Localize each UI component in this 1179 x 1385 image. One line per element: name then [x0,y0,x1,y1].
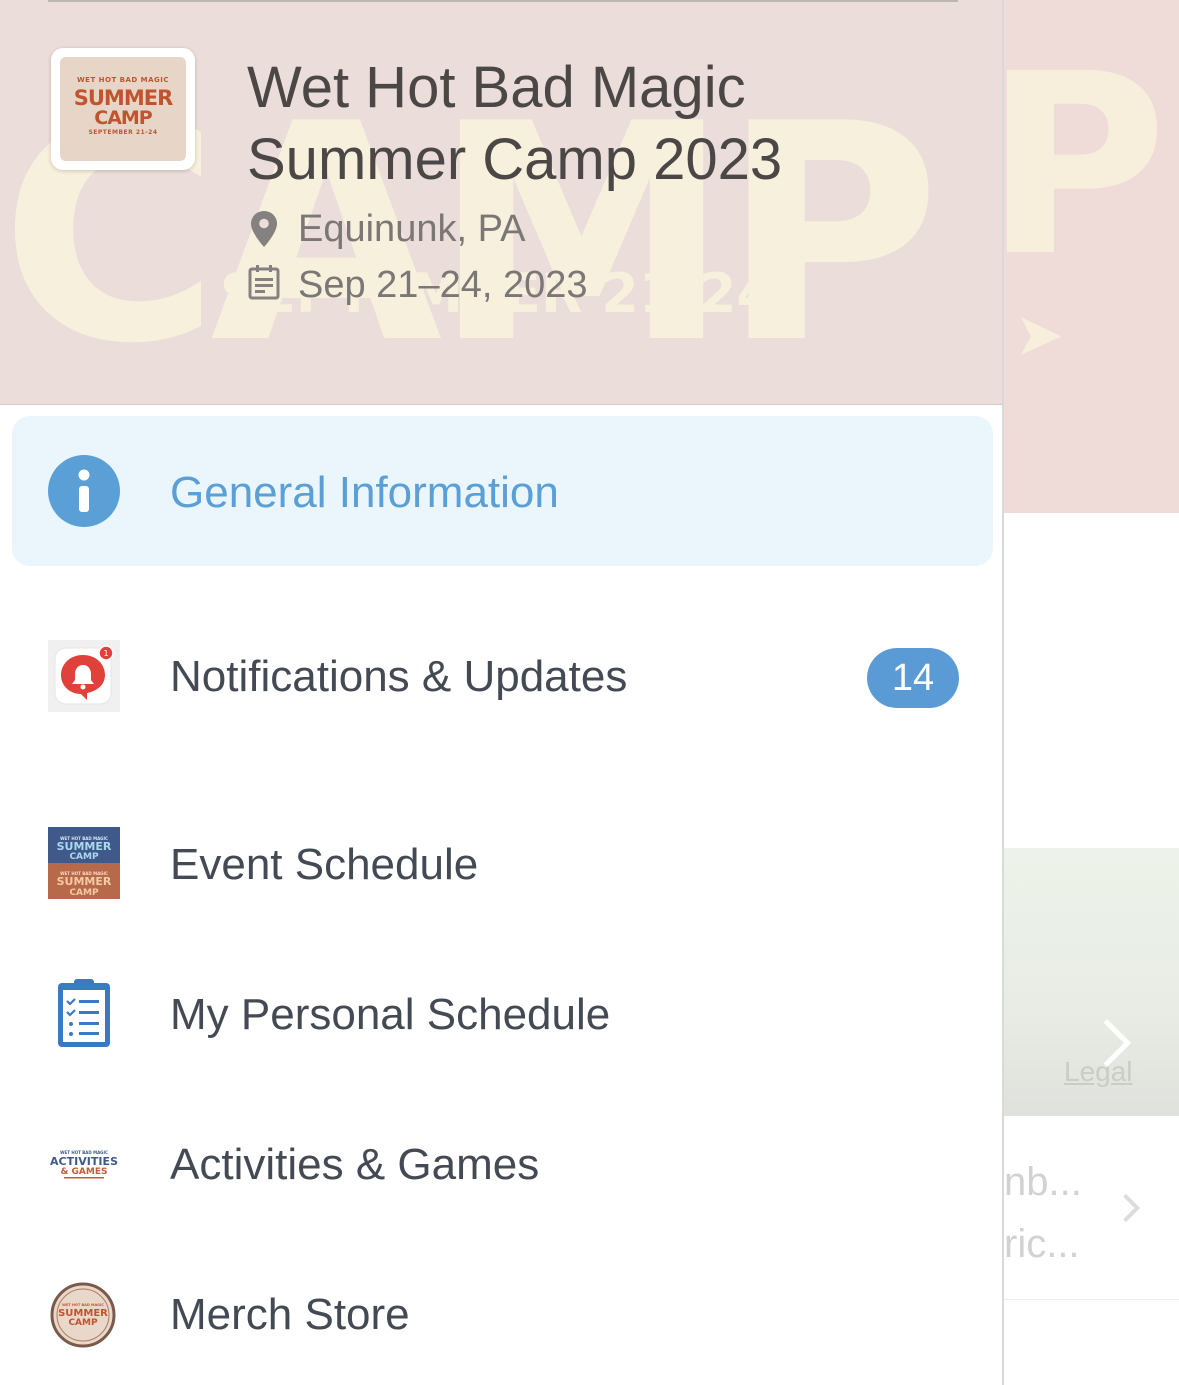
unread-count-badge: 14 [867,648,959,708]
svg-text:& GAMES: & GAMES [61,1167,108,1177]
event-schedule-logo-icon: WET HOT BAD MAGIC SUMMER CAMP WET HOT BA… [48,827,120,899]
menu-item-label: Notifications & Updates [170,652,628,701]
background-card[interactable]: Legal [1004,848,1179,1116]
menu-item-label: Merch Store [170,1290,410,1339]
menu-item-label: My Personal Schedule [170,990,611,1039]
bell-icon: 1 [48,640,120,712]
divider [48,0,958,2]
event-header: CAMP SEPTEMBER 21-24 WET HOT BAD MAGIC S… [0,0,1002,405]
menu-item-merch-store[interactable]: WET HOT BAD MAGIC SUMMER CAMP Merch Stor… [0,1240,1002,1385]
menu-item-personal-schedule[interactable]: My Personal Schedule [0,940,1002,1090]
svg-text:WET HOT BAD MAGIC: WET HOT BAD MAGIC [62,1303,104,1307]
event-logo: WET HOT BAD MAGIC SUMMER CAMP SEPTEMBER … [51,48,195,170]
info-icon [48,455,120,527]
calendar-icon [248,265,280,300]
background-row-text: nb... [1004,1160,1082,1204]
svg-text:CAMP: CAMP [69,888,99,898]
menu-item-label: Event Schedule [170,840,479,889]
background-row-text: ric... [1004,1222,1080,1266]
menu-item-label: General Information [170,468,559,517]
background-app: P ➤ Legal nb... ric... [1004,0,1179,1385]
svg-text:1: 1 [103,649,108,658]
svg-text:CAMP: CAMP [69,852,99,862]
menu-item-general-information[interactable]: General Information [0,416,1002,566]
background-banner: P ➤ [1004,0,1179,513]
clipboard-checklist-icon [58,979,110,1047]
svg-text:SUMMER: SUMMER [57,875,112,888]
svg-text:CAMP: CAMP [68,1318,98,1328]
background-list-row[interactable]: nb... ric... [1004,1118,1179,1300]
menu-item-activities-games[interactable]: WET HOT BAD MAGIC ACTIVITIES & GAMES Act… [0,1090,1002,1240]
activities-games-logo-icon: WET HOT BAD MAGIC ACTIVITIES & GAMES [50,1150,118,1179]
event-location: Equinunk, PA [298,208,526,250]
menu-item-label: Activities & Games [170,1140,540,1189]
merch-store-logo-icon: WET HOT BAD MAGIC SUMMER CAMP [50,1282,116,1348]
legal-link[interactable]: Legal [1064,1056,1133,1088]
chevron-right-icon [1111,1193,1141,1223]
side-drawer: CAMP SEPTEMBER 21-24 WET HOT BAD MAGIC S… [0,0,1004,1385]
event-title: Wet Hot Bad Magic Summer Camp 2023 [247,55,783,192]
menu-item-event-schedule[interactable]: WET HOT BAD MAGIC SUMMER CAMP WET HOT BA… [0,790,1002,940]
menu-item-notifications[interactable]: 1 Notifications & Updates [0,600,1002,750]
location-pin-icon [251,211,277,247]
event-dates: Sep 21–24, 2023 [298,264,588,306]
